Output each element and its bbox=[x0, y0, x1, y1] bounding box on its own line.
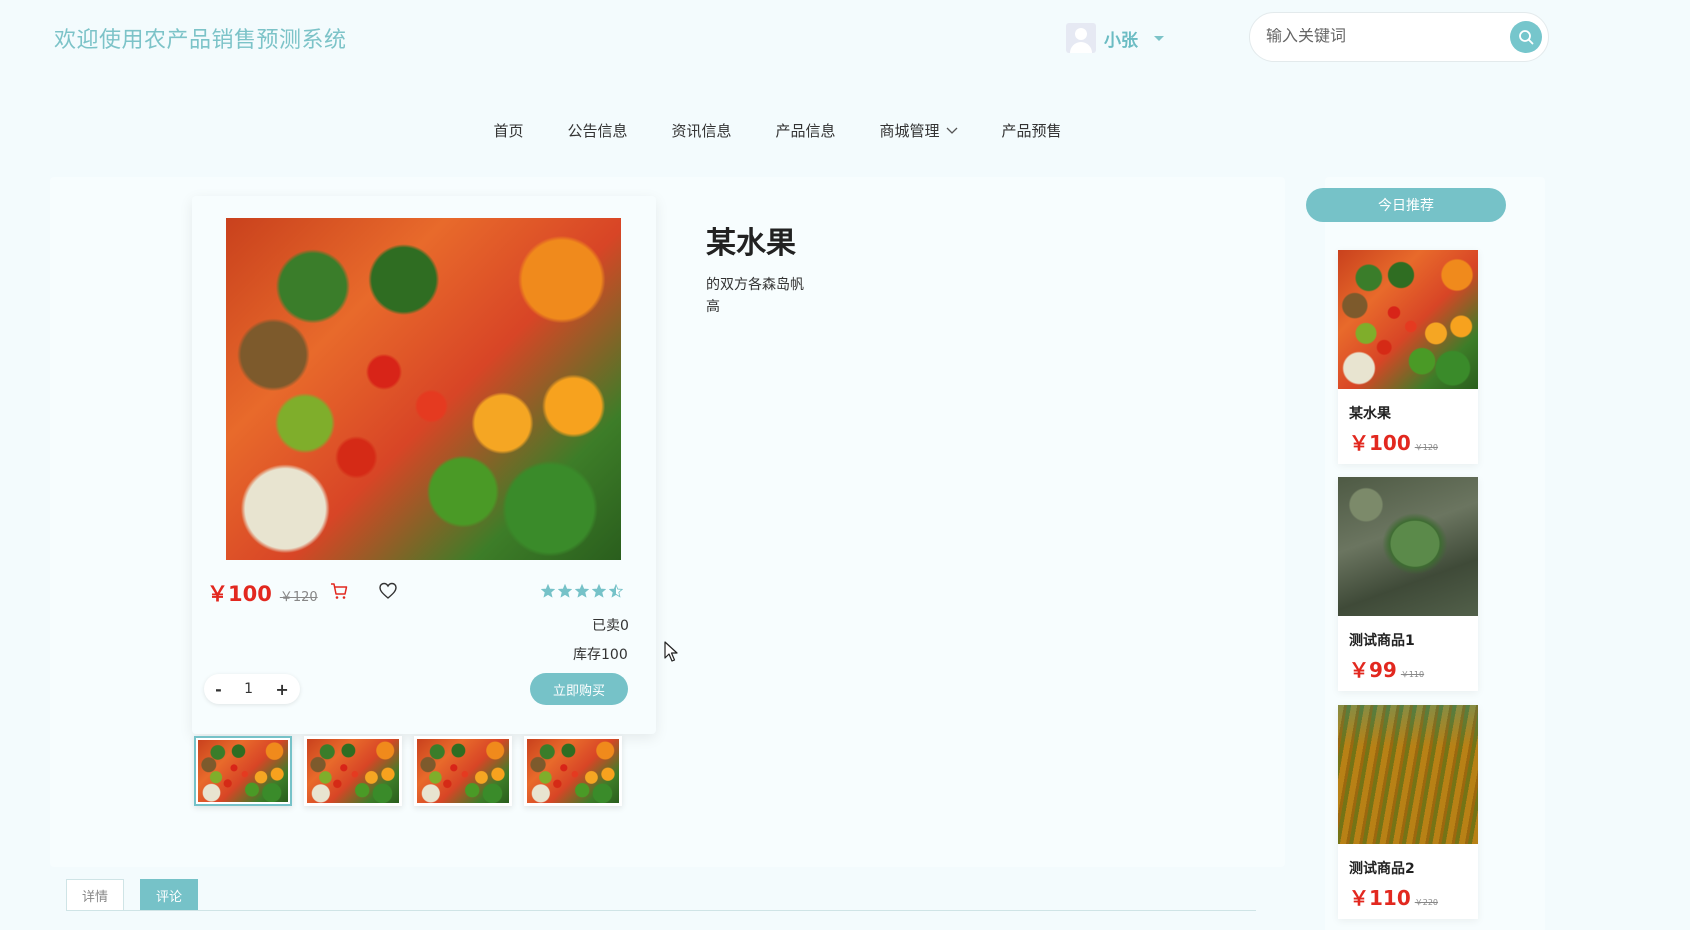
search-button[interactable] bbox=[1510, 21, 1542, 53]
recommend-item-old-price: ￥110 bbox=[1400, 670, 1425, 679]
recommend-title: 今日推荐 bbox=[1306, 188, 1506, 222]
star-icon bbox=[558, 584, 572, 598]
heart-icon[interactable] bbox=[379, 582, 397, 600]
qty-plus-button[interactable]: + bbox=[271, 680, 292, 699]
cart-icon[interactable] bbox=[330, 582, 348, 600]
price-row: ￥100 ￥120 bbox=[207, 578, 318, 608]
site-title: 欢迎使用农产品销售预测系统 bbox=[54, 28, 347, 53]
recommend-item-image bbox=[1338, 477, 1478, 616]
star-icon bbox=[541, 584, 555, 598]
product-description: 的双方各森岛帆高 bbox=[706, 277, 804, 315]
recommend-item-name: 测试商品2 bbox=[1349, 861, 1415, 877]
nav-item-presale[interactable]: 产品预售 bbox=[980, 120, 1084, 141]
tab-detail[interactable]: 详情 bbox=[66, 879, 124, 911]
nav-item-home[interactable]: 首页 bbox=[471, 120, 545, 141]
nav-item-news[interactable]: 资讯信息 bbox=[649, 120, 753, 141]
search-icon bbox=[1519, 30, 1534, 45]
nav-item-notice[interactable]: 公告信息 bbox=[545, 120, 649, 141]
thumbnail[interactable] bbox=[524, 736, 622, 806]
tabs-divider bbox=[66, 910, 1256, 911]
mouse-cursor-icon bbox=[664, 641, 678, 662]
nav-label: 产品信息 bbox=[775, 122, 836, 140]
search-input[interactable] bbox=[1266, 28, 1510, 46]
main-nav: 首页 公告信息 资讯信息 产品信息 商城管理 产品预售 bbox=[0, 120, 1690, 141]
recommend-item[interactable]: 测试商品1 ￥99 ￥110 bbox=[1338, 477, 1478, 691]
sold-count: 已卖0 bbox=[592, 618, 629, 634]
caret-down-icon bbox=[1154, 35, 1164, 41]
product-old-price: ￥120 bbox=[279, 590, 318, 605]
recommend-item-image bbox=[1338, 250, 1478, 389]
nav-item-products[interactable]: 产品信息 bbox=[754, 120, 858, 141]
thumbnail[interactable] bbox=[194, 736, 292, 806]
nav-label: 资讯信息 bbox=[671, 122, 732, 140]
rating-stars bbox=[541, 584, 623, 598]
user-name: 小张 bbox=[1104, 30, 1138, 51]
search-box bbox=[1249, 12, 1549, 62]
recommend-item-old-price: ￥220 bbox=[1414, 898, 1439, 907]
recommend-item[interactable]: 测试商品2 ￥110 ￥220 bbox=[1338, 705, 1478, 919]
buy-now-button[interactable]: 立即购买 bbox=[530, 673, 628, 705]
stock-count: 库存100 bbox=[573, 647, 628, 663]
nav-label: 产品预售 bbox=[1001, 122, 1062, 140]
recommend-item-price: ￥99 bbox=[1349, 658, 1397, 682]
nav-label: 公告信息 bbox=[567, 122, 628, 140]
qty-value[interactable]: 1 bbox=[240, 681, 257, 697]
detail-tabs: 详情 评论 bbox=[66, 879, 198, 911]
quantity-stepper: - 1 + bbox=[204, 674, 300, 704]
qty-minus-button[interactable]: - bbox=[211, 680, 226, 699]
recommend-item-name: 某水果 bbox=[1349, 406, 1391, 422]
chevron-down-icon bbox=[946, 127, 957, 134]
nav-item-mall[interactable]: 商城管理 bbox=[858, 120, 980, 141]
star-icon bbox=[609, 584, 623, 598]
thumbnail[interactable] bbox=[414, 736, 512, 806]
thumbnail[interactable] bbox=[304, 736, 402, 806]
avatar bbox=[1066, 23, 1096, 53]
recommend-item[interactable]: 某水果 ￥100 ￥120 bbox=[1338, 250, 1478, 464]
thumbnail-list bbox=[194, 736, 622, 806]
star-icon bbox=[592, 584, 606, 598]
recommend-item-price: ￥110 bbox=[1349, 886, 1411, 910]
tab-comment[interactable]: 评论 bbox=[140, 879, 198, 911]
user-menu[interactable]: 小张 bbox=[1066, 22, 1164, 54]
product-title: 某水果 bbox=[706, 226, 796, 261]
star-icon bbox=[575, 584, 589, 598]
recommend-item-price: ￥100 bbox=[1349, 431, 1411, 455]
recommend-item-old-price: ￥120 bbox=[1414, 443, 1439, 452]
recommend-item-image bbox=[1338, 705, 1478, 844]
product-price: ￥100 bbox=[207, 582, 272, 606]
recommend-item-name: 测试商品1 bbox=[1349, 633, 1415, 649]
nav-label: 首页 bbox=[493, 122, 524, 140]
product-main-image bbox=[226, 218, 621, 560]
nav-label: 商城管理 bbox=[879, 122, 940, 140]
